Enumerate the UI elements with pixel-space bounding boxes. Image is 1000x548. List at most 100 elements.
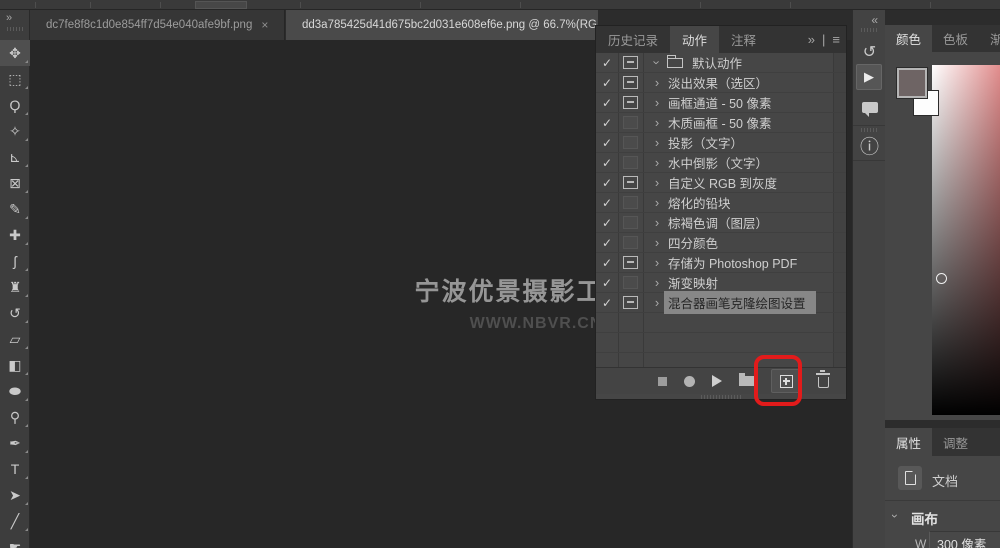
eyedropper-tool[interactable]: ✎ (0, 196, 30, 222)
gradient-tool[interactable]: ◧ (0, 352, 30, 378)
toolbar-collapse-icon[interactable]: » (6, 12, 11, 24)
canvas-section-label[interactable]: 画布 (911, 508, 938, 528)
include-check-icon[interactable]: ✓ (596, 256, 618, 270)
clone-stamp-tool[interactable]: ♜ (0, 274, 30, 300)
dialog-toggle[interactable] (618, 156, 643, 169)
action-row[interactable]: ✓ › 水中倒影（文字） (596, 153, 846, 173)
path-selection-tool[interactable]: ➤ (0, 482, 30, 508)
blur-tool[interactable]: ⬬ (0, 378, 30, 404)
expand-arrow-icon[interactable]: › (649, 295, 665, 310)
action-name[interactable]: 渐变映射 (665, 273, 718, 292)
document-tab-active[interactable]: dd3a785425d41d675bc2d031e608ef6e.png @ 6… (286, 10, 598, 40)
expand-arrow-icon[interactable]: › (649, 195, 665, 210)
delete-icon[interactable] (818, 377, 829, 388)
options-field[interactable] (195, 1, 247, 9)
dialog-toggle[interactable] (618, 256, 643, 269)
line-tool[interactable]: ╱ (0, 508, 30, 534)
tab-adjustments[interactable]: 调整 (932, 428, 979, 456)
expand-arrow-icon[interactable]: › (649, 215, 665, 230)
tab-actions[interactable]: 动作 (670, 26, 719, 53)
include-check-icon[interactable]: ✓ (596, 56, 618, 70)
history-brush-tool[interactable]: ↺ (0, 300, 30, 326)
tab-swatches[interactable]: 色板 (932, 25, 979, 52)
action-row-selected[interactable]: ✓ › 混合器画笔克隆绘图设置 (596, 293, 846, 313)
section-caret-icon[interactable]: › (888, 514, 902, 518)
dialog-toggle[interactable] (618, 136, 643, 149)
collapse-arrow-icon[interactable]: › (650, 55, 665, 71)
dialog-toggle[interactable] (618, 56, 643, 69)
magic-wand-tool[interactable]: ✧ (0, 118, 30, 144)
expand-arrow-icon[interactable]: › (649, 135, 665, 150)
stop-icon[interactable] (658, 377, 667, 386)
tab-history[interactable]: 历史记录 (596, 26, 670, 53)
action-set-name[interactable]: 默认动作 (689, 53, 742, 72)
foreground-color-swatch[interactable] (897, 68, 927, 98)
marquee-tool[interactable]: ⬚ (0, 66, 30, 92)
dialog-toggle[interactable] (618, 96, 643, 109)
brush-tool[interactable]: ʃ (0, 248, 30, 274)
include-check-icon[interactable]: ✓ (596, 276, 618, 290)
action-row[interactable]: ✓ › 四分颜色 (596, 233, 846, 253)
include-check-icon[interactable]: ✓ (596, 176, 618, 190)
include-check-icon[interactable]: ✓ (596, 216, 618, 230)
action-name[interactable]: 淡出效果（选区） (665, 73, 768, 92)
close-tab-icon[interactable]: × (261, 18, 268, 32)
healing-brush-tool[interactable]: ✚ (0, 222, 30, 248)
include-check-icon[interactable]: ✓ (596, 236, 618, 250)
dialog-toggle[interactable] (618, 236, 643, 249)
play-icon[interactable] (712, 375, 722, 387)
action-name[interactable]: 混合器画笔克隆绘图设置 (664, 291, 816, 314)
tab-color[interactable]: 颜色 (885, 25, 932, 52)
action-row[interactable]: ✓ › 自定义 RGB 到灰度 (596, 173, 846, 193)
dialog-toggle[interactable] (618, 216, 643, 229)
record-icon[interactable] (684, 376, 695, 387)
action-name[interactable]: 投影（文字） (665, 133, 743, 152)
dialog-toggle[interactable] (618, 276, 643, 289)
action-name[interactable]: 熔化的铅块 (665, 193, 731, 212)
hand-tool[interactable]: ☛ (0, 534, 30, 548)
expand-arrow-icon[interactable]: › (649, 115, 665, 130)
panel-expand-icon[interactable]: » (808, 32, 815, 47)
include-check-icon[interactable]: ✓ (596, 136, 618, 150)
action-name[interactable]: 水中倒影（文字） (665, 153, 768, 172)
panel-menu-icon[interactable]: ≡ (832, 32, 840, 47)
include-check-icon[interactable]: ✓ (596, 96, 618, 110)
dialog-toggle[interactable] (618, 196, 643, 209)
document-tab[interactable]: dc7fe8f8c1d0e854ff7d54e040afe9bf.png × (30, 10, 285, 40)
action-name[interactable]: 四分颜色 (665, 233, 718, 252)
collapse-panels-icon[interactable]: « (871, 13, 877, 27)
dialog-toggle[interactable] (618, 76, 643, 89)
include-check-icon[interactable]: ✓ (596, 156, 618, 170)
canvas-width-input[interactable] (929, 531, 1000, 548)
expand-arrow-icon[interactable]: › (649, 255, 665, 270)
dialog-toggle[interactable] (618, 296, 643, 309)
color-picker-field[interactable] (932, 65, 1000, 415)
toolbar-grip[interactable] (7, 27, 23, 31)
action-row[interactable]: ✓ › 渐变映射 (596, 273, 846, 293)
action-name[interactable]: 木质画框 - 50 像素 (665, 113, 772, 132)
expand-arrow-icon[interactable]: › (649, 275, 665, 290)
strip-grip[interactable] (861, 28, 878, 32)
include-check-icon[interactable]: ✓ (596, 116, 618, 130)
tab-notes[interactable]: 注释 (719, 26, 768, 53)
notes-panel-icon[interactable] (853, 102, 886, 113)
expand-arrow-icon[interactable]: › (649, 155, 665, 170)
action-row[interactable]: ✓ › 存储为 Photoshop PDF (596, 253, 846, 273)
frame-tool[interactable]: ⊠ (0, 170, 30, 196)
expand-arrow-icon[interactable]: › (649, 175, 665, 190)
tab-properties[interactable]: 属性 (885, 428, 932, 456)
type-tool[interactable]: T (0, 456, 30, 482)
info-panel-icon[interactable]: ⓘ (853, 132, 886, 159)
action-name[interactable]: 自定义 RGB 到灰度 (665, 173, 777, 192)
expand-arrow-icon[interactable]: › (649, 75, 665, 90)
color-picker-ring[interactable] (936, 273, 947, 284)
action-row[interactable]: ✓ › 熔化的铅块 (596, 193, 846, 213)
action-row[interactable]: ✓ › 木质画框 - 50 像素 (596, 113, 846, 133)
include-check-icon[interactable]: ✓ (596, 196, 618, 210)
panel-resize-grip[interactable] (596, 394, 846, 399)
expand-arrow-icon[interactable]: › (649, 95, 665, 110)
move-tool[interactable]: ✥ (0, 40, 30, 66)
expand-arrow-icon[interactable]: › (649, 235, 665, 250)
dialog-toggle[interactable] (618, 176, 643, 189)
crop-tool[interactable]: ⊾ (0, 144, 30, 170)
